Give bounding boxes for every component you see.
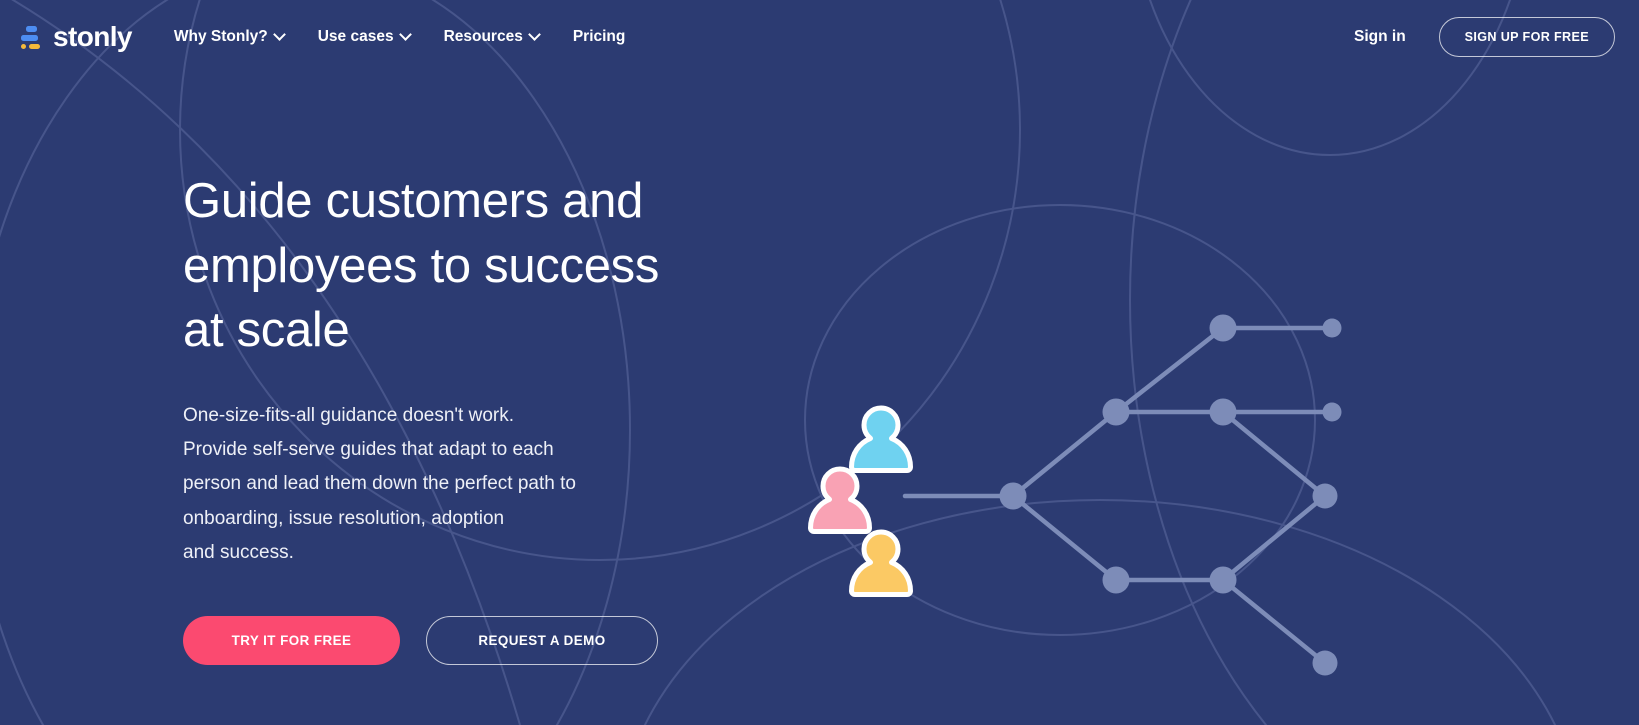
node-leaf-top	[1322, 318, 1342, 338]
edge-root-to-upper	[1010, 409, 1119, 499]
site-header: stonly Why Stonly? Use cases Resources P…	[0, 0, 1639, 73]
nav-item-label: Use cases	[317, 27, 394, 45]
decision-tree-illustration	[808, 314, 1342, 676]
sign-up-button[interactable]: SIGN UP FOR FREE	[1438, 16, 1615, 57]
hero-description: One-size-fits-all guidance doesn't work.…	[183, 405, 576, 563]
edge-mid-to-node-r	[1220, 409, 1328, 499]
nav-item-pricing[interactable]: Pricing	[573, 28, 626, 46]
header-actions: Sign in SIGN UP FOR FREE	[1354, 16, 1615, 57]
stonly-bars-logo-icon	[18, 24, 44, 50]
chevron-down-icon	[401, 30, 410, 39]
hero-copy: Guide customers and employees to success…	[0, 73, 700, 665]
edge-lower-to-nodeb	[1220, 577, 1328, 666]
node-mid	[1209, 398, 1237, 426]
node-leaf-mid	[1322, 402, 1342, 422]
node-low	[1209, 566, 1237, 594]
avatar-blue-icon	[849, 405, 913, 473]
chevron-down-icon	[275, 30, 284, 39]
avatar-pink-icon	[808, 466, 872, 534]
sign-in-link[interactable]: Sign in	[1354, 28, 1406, 46]
try-it-for-free-button[interactable]: TRY IT FOR FREE	[183, 615, 400, 665]
node-branch-upper	[1102, 398, 1130, 426]
edge-upper-to-top	[1113, 325, 1226, 415]
node-branch-lower	[1102, 566, 1130, 594]
nav-item-label: Pricing	[572, 27, 626, 45]
request-a-demo-button[interactable]: REQUEST A DEMO	[426, 615, 658, 665]
nav-item-why-stonly[interactable]: Why Stonly?	[174, 28, 284, 46]
nav-item-label: Why Stonly?	[173, 27, 268, 45]
hero-section: Guide customers and employees to success…	[0, 73, 1639, 676]
tree-edges	[902, 325, 1335, 666]
node-top	[1209, 314, 1237, 342]
nav-item-use-cases[interactable]: Use cases	[318, 28, 410, 46]
brand-name: stonly	[53, 20, 132, 52]
avatar-group	[808, 405, 913, 597]
primary-nav: Why Stonly? Use cases Resources Pricing	[174, 28, 626, 46]
nav-item-resources[interactable]: Resources	[444, 28, 539, 46]
node-root	[999, 482, 1027, 510]
node-leaf-right	[1312, 483, 1338, 509]
hero-cta-row: TRY IT FOR FREE REQUEST A DEMO	[183, 615, 700, 665]
chevron-down-icon	[530, 30, 539, 39]
edge-lower-to-noder	[1220, 493, 1328, 583]
page-title: Guide customers and employees to success…	[183, 174, 660, 358]
node-leaf-bottom	[1312, 650, 1338, 676]
brand-logo[interactable]: stonly	[18, 20, 132, 52]
avatar-yellow-icon	[849, 529, 913, 597]
nav-item-label: Resources	[443, 27, 523, 45]
edge-root-to-lower	[1010, 493, 1119, 583]
